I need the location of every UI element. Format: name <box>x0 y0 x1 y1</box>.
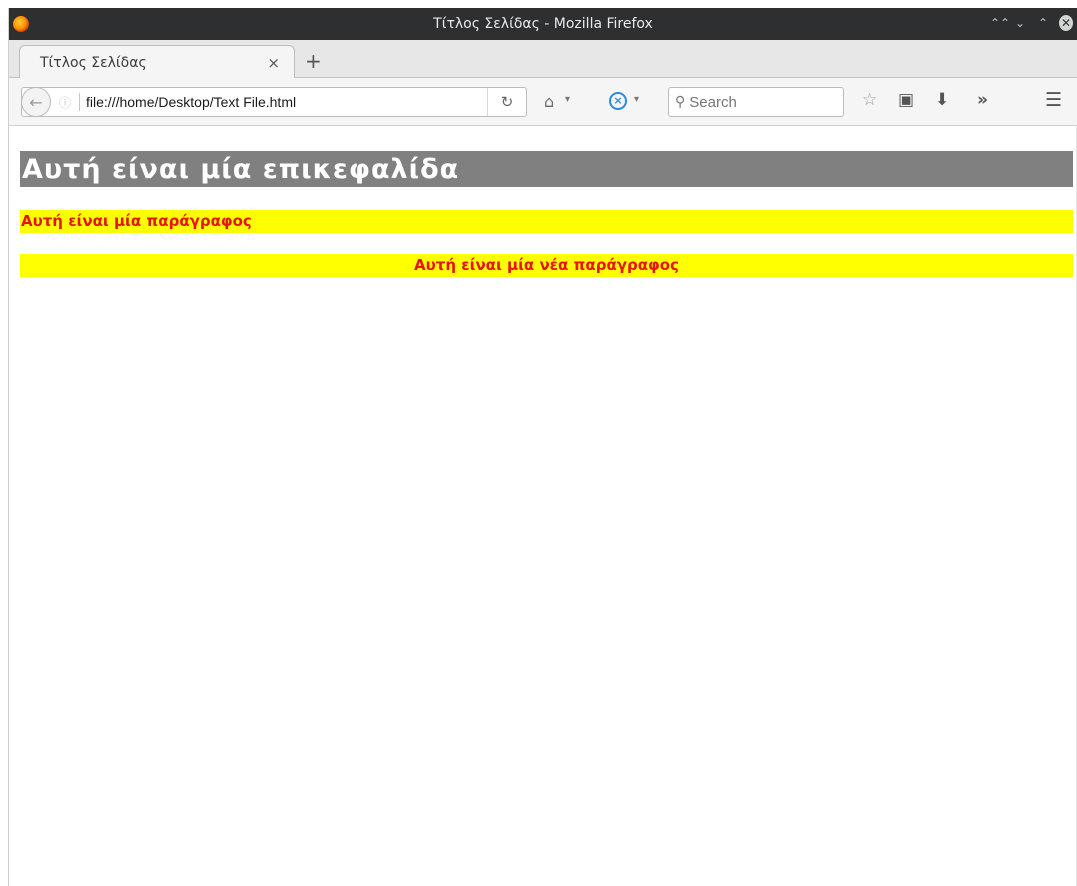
search-engine-icon[interactable]: × <box>609 92 627 110</box>
window-controls: ⌃⌃ ⌄ ⌃ ✕ <box>990 15 1073 31</box>
page-heading: Αυτή είναι μία επικεφαλίδα <box>20 151 1073 187</box>
firefox-logo-icon <box>13 16 29 32</box>
window-close-button[interactable]: ✕ <box>1059 15 1073 31</box>
back-button[interactable]: ← <box>21 87 51 117</box>
menu-icon[interactable]: ☰ <box>1045 89 1062 111</box>
browser-window: Τίτλος Σελίδας - Mozilla Firefox ⌃⌃ ⌄ ⌃ … <box>8 8 1077 886</box>
shade-button[interactable]: ⌃⌃ <box>990 16 1010 30</box>
search-input[interactable] <box>689 93 830 111</box>
download-icon[interactable]: ⬇ <box>935 90 949 110</box>
page-content: Αυτή είναι μία επικεφαλίδα Αυτή είναι μί… <box>9 126 1077 886</box>
home-icon[interactable]: ⌂ <box>544 92 554 111</box>
tab-close-icon[interactable]: × <box>267 54 280 72</box>
overflow-icon[interactable]: » <box>977 90 988 110</box>
search-icon: ⚲ <box>675 94 686 110</box>
search-bar[interactable]: ⚲ <box>668 87 844 117</box>
reload-icon[interactable]: ↻ <box>488 93 526 111</box>
tab-label: Τίτλος Σελίδας <box>40 54 147 71</box>
back-icon: ← <box>29 92 43 112</box>
tab-active[interactable]: Τίτλος Σελίδας × <box>19 45 295 79</box>
bookmark-star-icon[interactable]: ☆ <box>862 90 877 110</box>
url-bar[interactable]: ← ⓘ file:///home/Desktop/Text File.html … <box>21 87 527 117</box>
window-title: Τίτλος Σελίδας - Mozilla Firefox <box>433 16 653 32</box>
minimize-button[interactable]: ⌄ <box>1013 16 1027 30</box>
reading-list-icon[interactable]: ▣ <box>898 90 914 110</box>
new-tab-button[interactable]: + <box>305 49 322 73</box>
url-separator <box>79 93 81 111</box>
search-engine-dropdown-icon[interactable]: ▾ <box>634 94 639 105</box>
site-info-icon[interactable]: ⓘ <box>59 94 71 111</box>
tab-bar: Τίτλος Σελίδας × + <box>9 40 1077 79</box>
title-bar: Τίτλος Σελίδας - Mozilla Firefox ⌃⌃ ⌄ ⌃ … <box>9 8 1077 40</box>
maximize-button[interactable]: ⌃ <box>1036 16 1050 30</box>
navigation-toolbar: ← ⓘ file:///home/Desktop/Text File.html … <box>9 78 1077 126</box>
paragraph-1: Αυτή είναι μία παράγραφος <box>20 210 1073 233</box>
paragraph-2: Αυτή είναι μία νέα παράγραφος <box>20 254 1073 277</box>
home-dropdown-icon[interactable]: ▾ <box>565 94 570 105</box>
url-text[interactable]: file:///home/Desktop/Text File.html <box>86 94 487 110</box>
